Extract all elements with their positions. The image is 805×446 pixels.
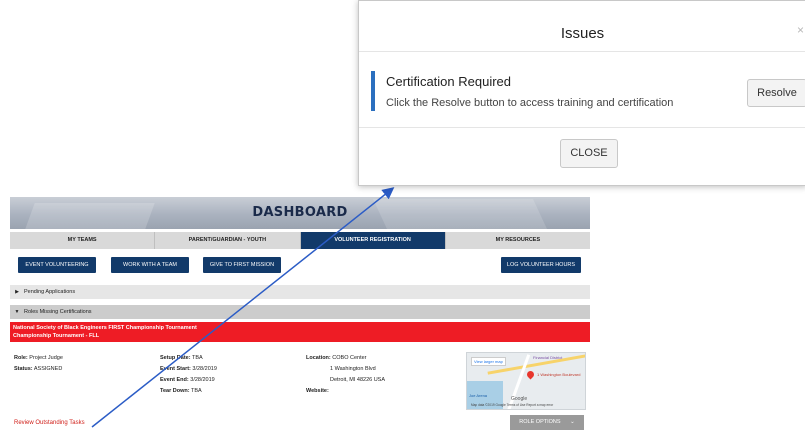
map-place-label: 1 Washington Boulevard	[537, 372, 581, 377]
website-field: Website:	[306, 388, 329, 394]
status-value: ASSIGNED	[33, 366, 63, 372]
main-nav: MY TEAMS PARENT/GUARDIAN - YOUTH VOLUNTE…	[10, 232, 590, 249]
role-field: Role: Project Judge	[14, 355, 63, 361]
address-line2: Detroit, MI 48226 USA	[330, 377, 386, 383]
issue-accent-bar	[371, 71, 375, 111]
map-district-label: Financial District	[533, 355, 563, 360]
issue-description: Click the Resolve button to access train…	[386, 97, 674, 109]
end-label: Event End:	[160, 377, 189, 383]
issues-modal: Issues × Certification Required Click th…	[358, 0, 805, 186]
issue-heading: Certification Required	[386, 74, 512, 89]
dashboard: DASHBOARD MY TEAMS PARENT/GUARDIAN - YOU…	[10, 197, 590, 446]
teardown-value: TBA	[190, 388, 202, 394]
status-label: Status:	[14, 366, 33, 372]
work-with-team-button[interactable]: WORK WITH A TEAM	[111, 257, 189, 273]
event-volunteering-button[interactable]: EVENT VOLUNTEERING	[18, 257, 96, 273]
event-name-bar: National Society of Black Engineers FIRS…	[10, 322, 590, 342]
map-pin-icon[interactable]	[525, 369, 536, 380]
section-label: Roles Missing Certifications	[24, 309, 92, 315]
event-start-field: Event Start: 3/28/2019	[160, 366, 217, 372]
tab-volunteer-registration[interactable]: VOLUNTEER REGISTRATION	[300, 232, 446, 249]
tab-parent-guardian-youth[interactable]: PARENT/GUARDIAN - YOUTH	[155, 232, 301, 249]
event-subtitle: Championship Tournament - FLL	[13, 333, 100, 339]
setup-label: Setup Date:	[160, 355, 191, 361]
give-to-first-mission-button[interactable]: GIVE TO FIRST MISSION	[203, 257, 281, 273]
event-name: National Society of Black Engineers FIRS…	[13, 325, 197, 331]
start-label: Event Start:	[160, 366, 191, 372]
teardown-label: Tear Down:	[160, 388, 190, 394]
start-value: 3/28/2019	[192, 366, 217, 372]
chevron-down-icon: ⌄	[570, 419, 575, 425]
tab-my-resources[interactable]: MY RESOURCES	[446, 232, 590, 249]
tab-my-teams[interactable]: MY TEAMS	[10, 232, 156, 249]
role-options-label: ROLE OPTIONS	[519, 419, 561, 425]
review-outstanding-tasks-link[interactable]: Review Outstanding Tasks	[14, 420, 85, 426]
dashboard-banner: DASHBOARD	[10, 197, 590, 229]
tear-down-field: Tear Down: TBA	[160, 388, 202, 394]
action-button-row: EVENT VOLUNTEERING WORK WITH A TEAM GIVE…	[10, 257, 590, 273]
close-button[interactable]: CLOSE	[560, 139, 618, 168]
pending-applications-header[interactable]: ▶ Pending Applications	[10, 285, 590, 299]
google-logo: Google	[511, 396, 528, 402]
end-value: 3/28/2019	[190, 377, 215, 383]
location-map[interactable]: View larger map Financial District 1 Was…	[466, 352, 586, 410]
divider	[359, 51, 805, 52]
log-volunteer-hours-button[interactable]: LOG VOLUNTEER HOURS	[501, 257, 581, 273]
section-label: Pending Applications	[24, 289, 76, 295]
role-options-button[interactable]: ROLE OPTIONS ⌄	[510, 415, 584, 430]
caret-down-icon: ▼	[14, 309, 20, 315]
view-larger-map-link[interactable]: View larger map	[471, 357, 506, 366]
page-title: DASHBOARD	[252, 205, 348, 220]
status-field: Status: ASSIGNED	[14, 366, 62, 372]
caret-right-icon: ▶	[15, 289, 19, 295]
role-value: Project Judge	[29, 355, 63, 361]
roles-missing-certifications-header[interactable]: ▼ Roles Missing Certifications	[10, 305, 590, 319]
role-label: Role:	[14, 355, 28, 361]
event-end-field: Event End: 3/28/2019	[160, 377, 215, 383]
location-value: COBO Center	[332, 355, 367, 361]
setup-date-field: Setup Date: TBA	[160, 355, 203, 361]
setup-value: TBA	[192, 355, 203, 361]
close-icon[interactable]: ×	[797, 23, 804, 37]
location-field: Location: COBO Center	[306, 355, 367, 361]
website-label: Website:	[306, 388, 329, 394]
divider	[359, 127, 805, 128]
modal-title: Issues	[560, 25, 605, 42]
resolve-button[interactable]: Resolve	[747, 79, 805, 107]
location-label: Location:	[306, 355, 331, 361]
map-footer: Map data ©2019 Google Terms of Use Repor…	[471, 403, 554, 407]
address-line1: 1 Washington Blvd	[330, 366, 376, 372]
map-arena-label: Joe Arena	[469, 393, 488, 398]
